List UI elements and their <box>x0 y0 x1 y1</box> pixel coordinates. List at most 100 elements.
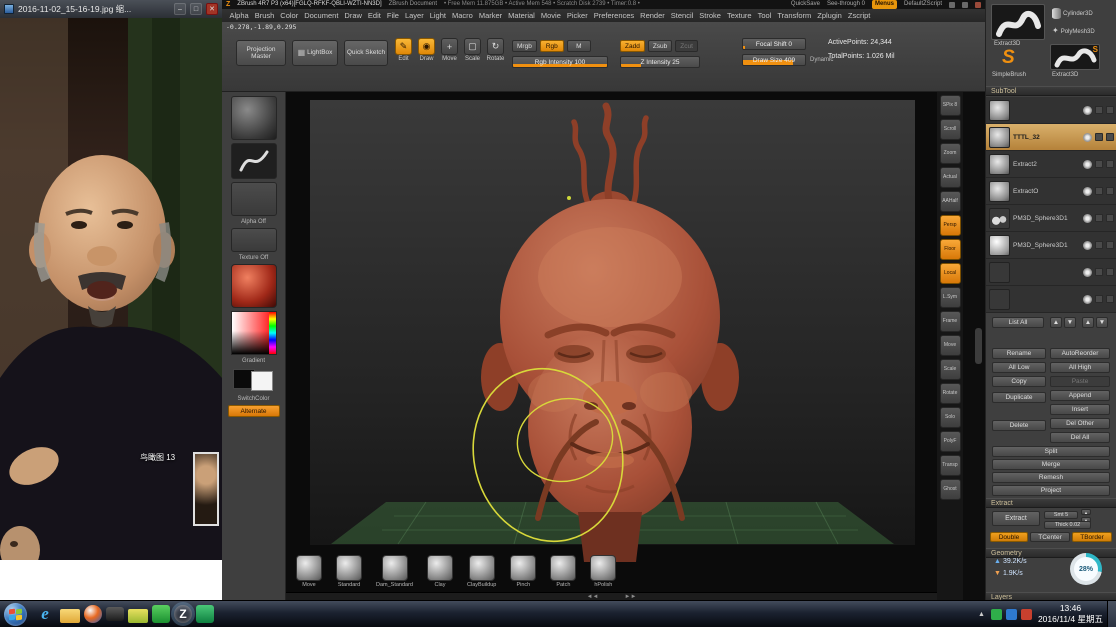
project-button[interactable]: Project <box>992 485 1110 496</box>
double-button[interactable]: Double <box>990 532 1028 542</box>
visibility-eye-icon[interactable] <box>1083 268 1092 277</box>
brush-button[interactable]: ClayBuildup <box>467 555 496 588</box>
smt-slider[interactable]: Smt 5 <box>1044 511 1078 519</box>
media-player-icon[interactable] <box>84 605 102 623</box>
window-restore-icon[interactable] <box>962 2 968 8</box>
right-shelf-button[interactable]: Zoom <box>940 143 961 164</box>
start-button[interactable] <box>4 603 27 626</box>
menu-item[interactable]: Zscript <box>845 11 873 20</box>
all-low-button[interactable]: All Low <box>992 362 1046 373</box>
visibility-eye-icon[interactable] <box>1083 133 1092 142</box>
menu-item[interactable]: Light <box>427 11 448 20</box>
draw-size-slider[interactable]: Draw Size 409 <box>742 54 806 66</box>
duplicate-button[interactable]: Duplicate <box>992 392 1046 403</box>
switch-color-widget[interactable] <box>231 367 277 393</box>
rename-button[interactable]: Rename <box>992 348 1046 359</box>
canvas-scrollbar[interactable]: ◄◄ ►► <box>286 592 937 600</box>
mode-button[interactable]: ◉ Draw <box>417 38 436 62</box>
zbrush-titlebar[interactable]: Z ZBrush 4R7 P3 (x64)[FGLQ-RFKF-QBLI-WZT… <box>222 0 985 9</box>
alpha-thumbnail[interactable] <box>231 182 277 216</box>
menu-item[interactable]: File <box>384 11 401 20</box>
split-button[interactable]: Split <box>992 446 1110 457</box>
menu-item[interactable]: Alpha <box>227 11 251 20</box>
subtool-mask-icon[interactable] <box>1106 133 1114 141</box>
subtool-paint-icon[interactable] <box>1095 241 1103 249</box>
scroll-right-icon[interactable]: ►► <box>625 594 637 600</box>
visibility-eye-icon[interactable] <box>1083 214 1092 223</box>
menu-item[interactable]: Color <box>278 11 301 20</box>
show-desktop-button[interactable] <box>1107 601 1116 627</box>
menu-item[interactable]: Layer <box>402 11 426 20</box>
maximize-button[interactable]: □ <box>190 3 202 15</box>
menu-item[interactable]: Stencil <box>668 11 696 20</box>
right-shelf-button[interactable]: Ghost <box>940 479 961 500</box>
subtool-mask-icon[interactable] <box>1106 295 1114 303</box>
paste-button[interactable]: Paste <box>1050 376 1110 387</box>
alternate-button[interactable]: Alternate <box>228 405 280 417</box>
append-button[interactable]: Append <box>1050 390 1110 401</box>
subtool-paint-icon[interactable] <box>1095 214 1103 222</box>
right-shelf-button[interactable]: PolyF <box>940 431 961 452</box>
subtool-mask-icon[interactable] <box>1106 160 1114 168</box>
hue-strip[interactable] <box>269 312 276 354</box>
mode-button[interactable]: ✎ Edit <box>394 38 413 62</box>
subtool-item[interactable] <box>986 286 1116 313</box>
subtool-header[interactable]: SubTool <box>986 86 1116 96</box>
paint-mode-button[interactable]: Mrgb <box>512 40 537 52</box>
lightbox-button[interactable]: ▦ LightBox <box>292 40 338 66</box>
gradient-caption[interactable]: Gradient <box>242 358 265 364</box>
brush-button[interactable]: Dam_Standard <box>376 555 413 588</box>
z-intensity-slider[interactable]: Z Intensity 25 <box>620 56 700 68</box>
visibility-eye-icon[interactable] <box>1083 187 1092 196</box>
menu-item[interactable]: Render <box>638 11 668 20</box>
quick-sketch-button[interactable]: Quick Sketch <box>344 40 388 66</box>
taskbar-clock[interactable]: 13:46 2016/11/4 星期五 <box>1038 603 1103 625</box>
autoreorder-button[interactable]: AutoReorder <box>1050 348 1110 359</box>
right-shelf-button[interactable]: Rotate <box>940 383 961 404</box>
right-shelf-button[interactable]: Move <box>940 335 961 356</box>
subtool-paint-icon[interactable] <box>1095 133 1103 141</box>
subtool-mask-icon[interactable] <box>1106 214 1114 222</box>
tray-divider[interactable] <box>963 92 985 600</box>
menus-toggle[interactable]: Menus <box>872 0 897 9</box>
tool-cylinder3d[interactable]: Cylinder3D <box>1052 8 1093 19</box>
visibility-eye-icon[interactable] <box>1083 160 1092 169</box>
list-all-button[interactable]: List All <box>992 317 1044 328</box>
remesh-button[interactable]: Remesh <box>992 472 1110 483</box>
subtool-mask-icon[interactable] <box>1106 241 1114 249</box>
tray-antivirus-icon[interactable] <box>991 609 1002 620</box>
screen-recorder-icon[interactable] <box>106 607 124 621</box>
folder-green-icon[interactable] <box>128 609 148 623</box>
menu-item[interactable]: Macro <box>449 11 475 20</box>
hidden-icons-arrow[interactable]: ▲ <box>976 609 987 620</box>
right-shelf-button[interactable]: Scale <box>940 359 961 380</box>
navigator-thumbnail[interactable] <box>193 452 219 526</box>
subtool-paint-icon[interactable] <box>1095 295 1103 303</box>
tray-network-icon[interactable] <box>1006 609 1017 620</box>
brush-button[interactable]: Move <box>296 555 322 588</box>
default-zscript-button[interactable]: DefaultZScript <box>904 0 942 9</box>
brush-button[interactable]: Standard <box>336 555 362 588</box>
cpu-usage-gauge[interactable]: 28% <box>1070 553 1102 585</box>
paint-mode-button[interactable]: Rgb <box>540 40 564 52</box>
mode-button[interactable]: ▢ Scale <box>463 38 482 62</box>
menu-item[interactable]: Tool <box>755 11 774 20</box>
menu-item[interactable]: Preferences <box>591 11 636 20</box>
close-button[interactable]: ✕ <box>206 3 218 15</box>
green-app2-icon[interactable] <box>196 605 214 623</box>
subtool-item[interactable] <box>986 259 1116 286</box>
subtool-item[interactable]: ExtractO <box>986 178 1116 205</box>
layers-header[interactable]: Layers <box>986 592 1116 600</box>
subtool-mask-icon[interactable] <box>1106 106 1114 114</box>
see-through-slider[interactable]: See-through 0 <box>827 0 865 9</box>
delete-button[interactable]: Delete <box>992 420 1046 431</box>
projection-master-button[interactable]: Projection Master <box>236 40 286 66</box>
tool-polymesh3d[interactable]: ✦PolyMesh3D <box>1052 26 1095 35</box>
menu-item[interactable]: Marker <box>476 11 504 20</box>
extract-button[interactable]: Extract <box>992 511 1040 526</box>
color-picker[interactable] <box>231 311 277 355</box>
right-shelf-button[interactable]: Frame <box>940 311 961 332</box>
minimize-button[interactable]: – <box>174 3 186 15</box>
menu-item[interactable]: Brush <box>252 11 277 20</box>
texture-thumbnail[interactable] <box>231 228 277 252</box>
